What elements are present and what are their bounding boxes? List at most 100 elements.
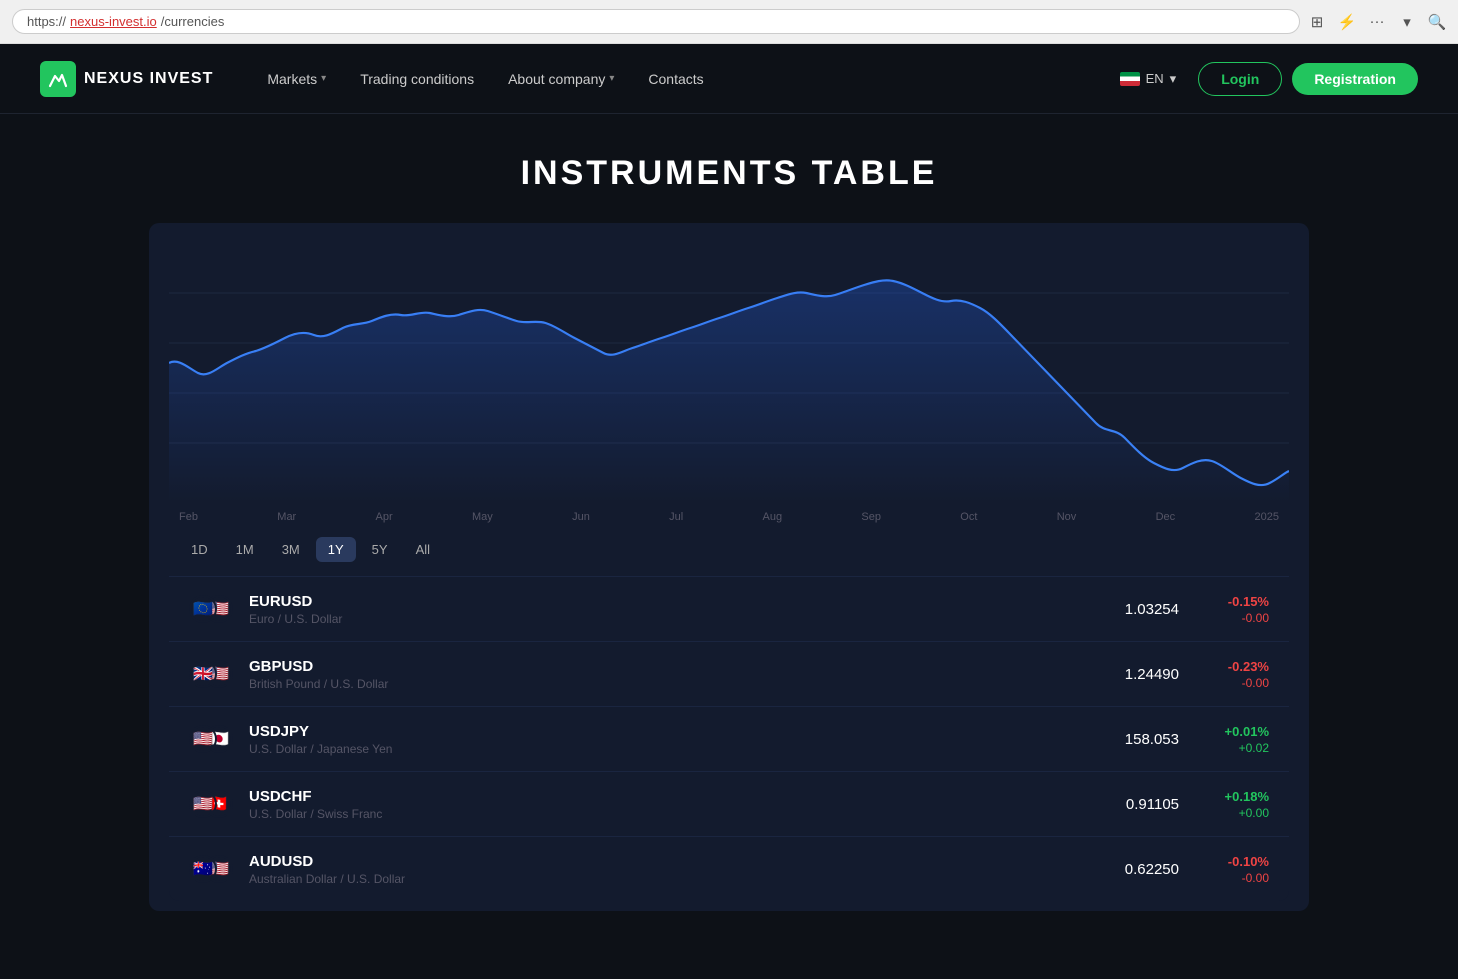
x-label-mar: Mar	[277, 511, 296, 523]
instrument-row-audusd[interactable]: 🇦🇺 🇺🇸 AUDUSD Australian Dollar / U.S. Do…	[169, 836, 1289, 901]
nav-contacts[interactable]: Contacts	[634, 63, 717, 95]
login-button[interactable]: Login	[1198, 62, 1282, 96]
instrument-row-gbpusd[interactable]: 🇬🇧 🇺🇸 GBPUSD British Pound / U.S. Dollar…	[169, 641, 1289, 706]
chart-area	[169, 243, 1289, 503]
x-label-jun: Jun	[572, 511, 590, 523]
instrument-info-audusd: AUDUSD Australian Dollar / U.S. Dollar	[249, 853, 1089, 886]
navbar: NEXUS INVEST Markets ▾ Trading condition…	[0, 44, 1458, 114]
time-filters: 1D 1M 3M 1Y 5Y All	[169, 523, 1289, 576]
instrument-price-audusd: 0.62250	[1089, 861, 1179, 878]
instrument-desc-gbpusd: British Pound / U.S. Dollar	[249, 677, 1089, 691]
change-pct-gbpusd: -0.23%	[1199, 659, 1269, 674]
logo-text: NEXUS INVEST	[84, 70, 213, 88]
x-label-2025: 2025	[1254, 511, 1278, 523]
x-label-may: May	[472, 511, 493, 523]
chevron-down-icon: ▾	[321, 73, 326, 84]
x-label-feb: Feb	[179, 511, 198, 523]
nav-actions: EN ▾ Login Registration	[1108, 62, 1418, 96]
change-abs-usdjpy: +0.02	[1199, 741, 1269, 755]
instrument-desc-usdjpy: U.S. Dollar / Japanese Yen	[249, 742, 1089, 756]
flag-icon	[1120, 72, 1140, 86]
change-abs-gbpusd: -0.00	[1199, 676, 1269, 690]
flag-au: 🇦🇺	[189, 855, 217, 883]
instrument-price-gbpusd: 1.24490	[1089, 666, 1179, 683]
nav-markets[interactable]: Markets ▾	[253, 63, 340, 95]
change-pct-eurusd: -0.15%	[1199, 594, 1269, 609]
instrument-name-usdjpy: USDJPY	[249, 723, 1089, 740]
instrument-flags-audusd: 🇦🇺 🇺🇸	[189, 851, 235, 887]
chart-container: Feb Mar Apr May Jun Jul Aug Sep Oct Nov …	[149, 223, 1309, 911]
instrument-info-eurusd: EURUSD Euro / U.S. Dollar	[249, 593, 1089, 626]
lightning-icon[interactable]: ⚡	[1338, 13, 1356, 31]
page-title: INSTRUMENTS TABLE	[149, 154, 1309, 193]
chevron-down-icon: ▾	[1170, 71, 1177, 87]
register-button[interactable]: Registration	[1292, 63, 1418, 95]
time-btn-1m[interactable]: 1M	[224, 537, 266, 562]
instrument-change-audusd: -0.10% -0.00	[1199, 854, 1269, 885]
instrument-name-gbpusd: GBPUSD	[249, 658, 1089, 675]
change-pct-usdjpy: +0.01%	[1199, 724, 1269, 739]
instrument-change-eurusd: -0.15% -0.00	[1199, 594, 1269, 625]
translate-icon[interactable]: ⊞	[1308, 13, 1326, 31]
change-abs-audusd: -0.00	[1199, 871, 1269, 885]
chart-x-axis: Feb Mar Apr May Jun Jul Aug Sep Oct Nov …	[169, 503, 1289, 523]
main-content: INSTRUMENTS TABLE	[129, 114, 1329, 951]
flag-gb: 🇬🇧	[189, 660, 217, 688]
logo-svg	[47, 68, 69, 90]
nav-trading-conditions[interactable]: Trading conditions	[346, 63, 488, 95]
instrument-flags-gbpusd: 🇬🇧 🇺🇸	[189, 656, 235, 692]
instrument-desc-usdchf: U.S. Dollar / Swiss Franc	[249, 807, 1089, 821]
instrument-info-usdjpy: USDJPY U.S. Dollar / Japanese Yen	[249, 723, 1089, 756]
language-button[interactable]: EN ▾	[1108, 65, 1189, 93]
nav-about-company[interactable]: About company ▾	[494, 63, 628, 95]
instrument-row-usdjpy[interactable]: 🇺🇸 🇯🇵 USDJPY U.S. Dollar / Japanese Yen …	[169, 706, 1289, 771]
browser-bar: https:// nexus-invest.io /currencies ⊞ ⚡…	[0, 0, 1458, 44]
change-pct-usdchf: +0.18%	[1199, 789, 1269, 804]
flag-us-4: 🇺🇸	[189, 790, 217, 818]
chevron-down-icon: ▾	[609, 73, 614, 84]
change-pct-audusd: -0.10%	[1199, 854, 1269, 869]
change-abs-usdchf: +0.00	[1199, 806, 1269, 820]
logo-icon	[40, 61, 76, 97]
instrument-flags-usdchf: 🇺🇸 🇨🇭	[189, 786, 235, 822]
instrument-change-usdjpy: +0.01% +0.02	[1199, 724, 1269, 755]
instrument-price-eurusd: 1.03254	[1089, 601, 1179, 618]
x-label-jul: Jul	[669, 511, 683, 523]
instrument-change-usdchf: +0.18% +0.00	[1199, 789, 1269, 820]
instrument-name-audusd: AUDUSD	[249, 853, 1089, 870]
instrument-price-usdchf: 0.91105	[1089, 796, 1179, 813]
instrument-change-gbpusd: -0.23% -0.00	[1199, 659, 1269, 690]
time-btn-5y[interactable]: 5Y	[360, 537, 400, 562]
time-btn-1d[interactable]: 1D	[179, 537, 220, 562]
instrument-desc-audusd: Australian Dollar / U.S. Dollar	[249, 872, 1089, 886]
instrument-info-usdchf: USDCHF U.S. Dollar / Swiss Franc	[249, 788, 1089, 821]
instrument-desc-eurusd: Euro / U.S. Dollar	[249, 612, 1089, 626]
dropdown-icon[interactable]: ▾	[1398, 13, 1416, 31]
instruments-list: 🇪🇺 🇺🇸 EURUSD Euro / U.S. Dollar 1.03254 …	[169, 576, 1289, 901]
x-label-sep: Sep	[861, 511, 881, 523]
x-label-nov: Nov	[1057, 511, 1077, 523]
change-abs-eurusd: -0.00	[1199, 611, 1269, 625]
url-prefix: https://	[27, 14, 66, 29]
more-icon[interactable]: ···	[1368, 13, 1386, 31]
instrument-name-usdchf: USDCHF	[249, 788, 1089, 805]
browser-icons: ⊞ ⚡ ··· ▾ 🔍	[1308, 13, 1446, 31]
flag-us-3: 🇺🇸	[189, 725, 217, 753]
url-highlight: nexus-invest.io	[70, 14, 157, 29]
instrument-name-eurusd: EURUSD	[249, 593, 1089, 610]
instrument-info-gbpusd: GBPUSD British Pound / U.S. Dollar	[249, 658, 1089, 691]
x-label-oct: Oct	[960, 511, 977, 523]
time-btn-1y[interactable]: 1Y	[316, 537, 356, 562]
instrument-flags-eurusd: 🇪🇺 🇺🇸	[189, 591, 235, 627]
search-icon[interactable]: 🔍	[1428, 13, 1446, 31]
instrument-flags-usdjpy: 🇺🇸 🇯🇵	[189, 721, 235, 757]
x-label-aug: Aug	[763, 511, 783, 523]
instrument-row-usdchf[interactable]: 🇺🇸 🇨🇭 USDCHF U.S. Dollar / Swiss Franc 0…	[169, 771, 1289, 836]
url-bar[interactable]: https:// nexus-invest.io /currencies	[12, 9, 1300, 34]
time-btn-all[interactable]: All	[404, 537, 442, 562]
price-chart	[169, 243, 1289, 503]
logo[interactable]: NEXUS INVEST	[40, 61, 213, 97]
instrument-row-eurusd[interactable]: 🇪🇺 🇺🇸 EURUSD Euro / U.S. Dollar 1.03254 …	[169, 576, 1289, 641]
x-label-apr: Apr	[376, 511, 393, 523]
time-btn-3m[interactable]: 3M	[270, 537, 312, 562]
